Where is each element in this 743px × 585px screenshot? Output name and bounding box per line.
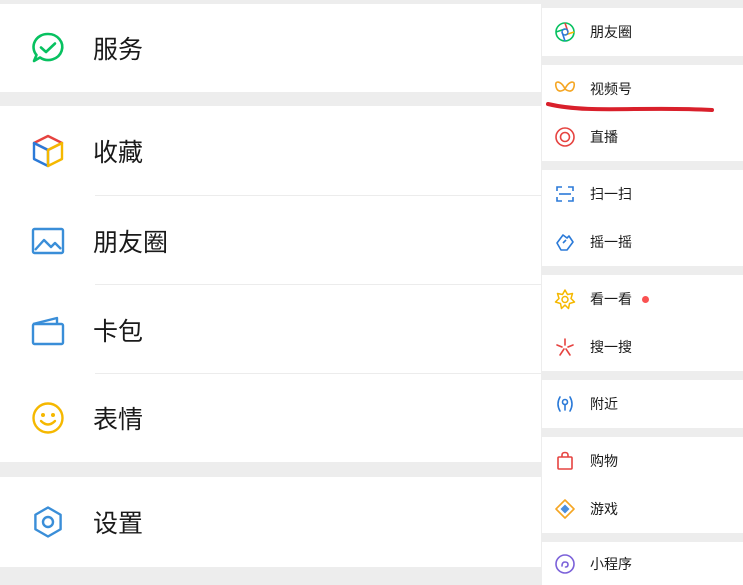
unread-dot-badge: [642, 295, 649, 303]
shopping-bag-icon: [554, 450, 576, 472]
discover-item-mini-programs[interactable]: 小程序: [542, 542, 743, 585]
discover-item-label: 看一看: [590, 292, 632, 308]
menu-item-label: 收藏: [93, 138, 144, 167]
discover-menu-panel: 朋友圈 视频号 直播 扫一扫 摇一摇 看一看 搜一搜 附近 购物 游戏 小程序: [542, 0, 743, 585]
section-gap: [542, 266, 743, 275]
discover-item-shopping[interactable]: 购物: [542, 437, 743, 485]
discover-item-top-stories[interactable]: 看一看: [542, 275, 743, 323]
section-gap: [0, 92, 541, 106]
discover-item-channels[interactable]: 视频号: [542, 65, 743, 113]
moments-image-icon: [30, 223, 66, 259]
menu-item-label: 设置: [93, 509, 144, 538]
top-stories-icon: [554, 288, 576, 310]
discover-item-label: 朋友圈: [590, 25, 632, 41]
discover-item-label: 直播: [590, 130, 618, 146]
favorites-cube-icon: [30, 133, 66, 169]
discover-item-label: 扫一扫: [590, 187, 632, 203]
discover-item-shake[interactable]: 摇一摇: [542, 218, 743, 266]
discover-item-scan[interactable]: 扫一扫: [542, 170, 743, 218]
moments-aperture-icon: [554, 21, 576, 43]
search-sparkle-icon: [554, 336, 576, 358]
discover-item-search[interactable]: 搜一搜: [542, 323, 743, 371]
discover-item-label: 小程序: [590, 556, 632, 573]
section-gap: [542, 533, 743, 542]
discover-item-moments[interactable]: 朋友圈: [542, 8, 743, 56]
section-gap: [542, 161, 743, 170]
menu-item-moments[interactable]: 朋友圈: [0, 196, 541, 285]
discover-item-label: 摇一摇: [590, 235, 632, 251]
menu-item-service[interactable]: 服务: [0, 4, 541, 92]
sticker-smiley-icon: [30, 400, 66, 436]
menu-item-label: 朋友圈: [93, 227, 169, 257]
menu-item-settings[interactable]: 设置: [0, 477, 541, 567]
section-gap: [0, 462, 541, 477]
nearby-icon: [554, 393, 576, 415]
mini-programs-icon: [554, 553, 576, 575]
discover-item-label: 游戏: [590, 502, 618, 518]
menu-item-label: 服务: [93, 35, 144, 64]
service-icon: [30, 30, 66, 66]
discover-item-games[interactable]: 游戏: [542, 485, 743, 533]
menu-item-favorites[interactable]: 收藏: [0, 106, 541, 196]
discover-item-live[interactable]: 直播: [542, 113, 743, 161]
discover-item-label: 搜一搜: [590, 340, 632, 356]
menu-item-cards[interactable]: 卡包: [0, 285, 541, 374]
live-circle-icon: [554, 126, 576, 148]
left-menu-panel: 服务 收藏 朋友圈 卡包 表情 设置: [0, 0, 541, 585]
section-gap: [542, 56, 743, 65]
scan-icon: [554, 183, 576, 205]
section-gap: [542, 0, 743, 8]
card-wallet-icon: [30, 312, 66, 348]
discover-item-label: 视频号: [590, 82, 632, 98]
discover-item-label: 附近: [590, 397, 618, 413]
menu-item-stickers[interactable]: 表情: [0, 374, 541, 462]
menu-item-label: 卡包: [93, 316, 144, 346]
section-gap: [542, 428, 743, 437]
menu-item-label: 表情: [93, 405, 144, 434]
section-gap: [0, 567, 541, 585]
channels-butterfly-icon: [554, 78, 576, 100]
discover-item-nearby[interactable]: 附近: [542, 380, 743, 428]
games-diamond-icon: [554, 498, 576, 520]
settings-gear-icon: [30, 504, 66, 540]
discover-item-label: 购物: [590, 454, 618, 470]
section-gap: [542, 371, 743, 380]
shake-icon: [554, 231, 576, 253]
